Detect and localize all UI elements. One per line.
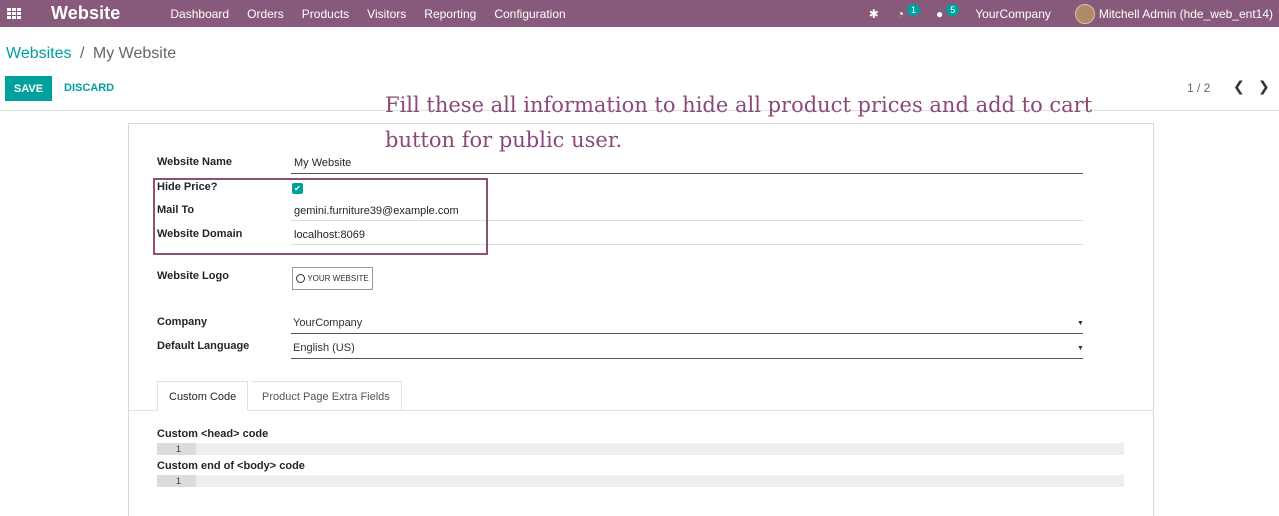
custom-head-code-editor[interactable] — [157, 443, 1124, 455]
messages-count-badge: 5 — [946, 3, 960, 16]
avatar[interactable] — [1074, 3, 1095, 24]
apps-menu-icon[interactable] — [7, 7, 21, 20]
top-navbar: Website Dashboard Orders Products Visito… — [0, 0, 1279, 27]
website-logo-text: YOUR WEBSITE — [307, 274, 369, 283]
custom-body-code-editor[interactable] — [157, 475, 1124, 487]
navbar-systray: ✱ ◔ 1 ● 5 YourCompany Mitchell Admin (hd… — [869, 0, 1279, 27]
breadcrumb-separator: / — [79, 45, 85, 62]
menu-item-dashboard[interactable]: Dashboard — [170, 7, 229, 21]
default-language-select[interactable]: English (US) — [293, 342, 355, 354]
save-button[interactable]: SAVE — [5, 76, 52, 101]
breadcrumb: Websites / My Website — [6, 45, 176, 63]
breadcrumb-websites-link[interactable]: Websites — [6, 45, 72, 62]
company-label: Company — [157, 316, 208, 328]
line-number: 1 — [157, 475, 196, 487]
globe-icon — [296, 274, 306, 283]
bug-icon[interactable]: ✱ — [869, 7, 879, 21]
chevron-down-icon[interactable]: ▼ — [1077, 345, 1084, 352]
discard-button[interactable]: DISCARD — [64, 76, 114, 101]
menu-item-orders[interactable]: Orders — [247, 7, 284, 21]
highlight-box — [153, 178, 488, 255]
activity-icon[interactable]: ◔ — [897, 7, 904, 21]
website-name-underline — [291, 173, 1083, 174]
main-menu: Dashboard Orders Products Visitors Repor… — [170, 7, 583, 21]
chevron-down-icon[interactable]: ▼ — [1077, 320, 1084, 327]
menu-item-products[interactable]: Products — [302, 7, 349, 21]
app-title[interactable]: Website — [51, 3, 120, 24]
breadcrumb-current: My Website — [92, 45, 177, 62]
tab-custom-code[interactable]: Custom Code — [157, 381, 249, 411]
company-select[interactable]: YourCompany — [293, 317, 362, 329]
company-switcher[interactable]: YourCompany — [975, 7, 1051, 21]
website-name-label: Website Name — [157, 156, 232, 168]
menu-item-configuration[interactable]: Configuration — [494, 7, 565, 21]
menu-item-visitors[interactable]: Visitors — [367, 7, 406, 21]
chat-icon[interactable]: ● — [936, 7, 943, 21]
menu-item-reporting[interactable]: Reporting — [424, 7, 476, 21]
annotation-text: Fill these all information to hide all p… — [385, 93, 1093, 152]
user-menu[interactable]: Mitchell Admin (hde_web_ent14) — [1099, 7, 1273, 21]
company-underline — [291, 333, 1083, 334]
default-language-label: Default Language — [157, 340, 250, 352]
custom-body-code-label: Custom end of <body> code — [157, 460, 305, 472]
custom-head-code-label: Custom <head> code — [157, 428, 269, 440]
website-name-input[interactable]: My Website — [294, 157, 351, 169]
chevron-right-icon[interactable]: ❯ — [1258, 78, 1270, 95]
tab-product-page-extra-fields[interactable]: Product Page Extra Fields — [251, 381, 402, 411]
default-language-underline — [291, 358, 1083, 359]
activity-count-badge: 1 — [907, 3, 921, 16]
website-logo-label: Website Logo — [157, 270, 229, 282]
line-number: 1 — [157, 443, 196, 455]
website-logo-image[interactable]: YOUR WEBSITE — [292, 267, 373, 290]
pager-value[interactable]: 1 / 2 — [1187, 81, 1210, 95]
chevron-left-icon[interactable]: ❮ — [1233, 78, 1245, 95]
